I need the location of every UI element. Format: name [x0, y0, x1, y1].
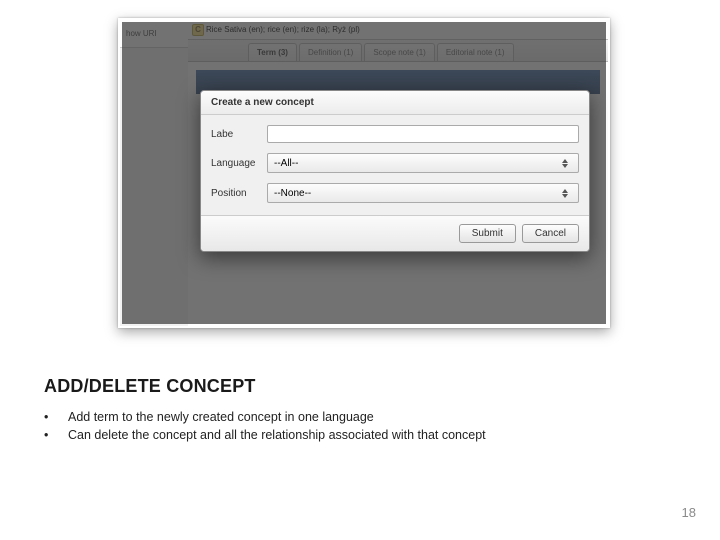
bullet-marker: • [44, 410, 68, 424]
list-item: • Add term to the newly created concept … [44, 410, 486, 424]
page-number: 18 [682, 505, 696, 520]
label-input[interactable] [267, 125, 579, 143]
screenshot-frame: how URI C Rice Sativa (en); rice (en); r… [118, 18, 610, 328]
bullet-marker: • [44, 428, 68, 442]
label-label: Labe [211, 129, 267, 140]
bullet-text: Can delete the concept and all the relat… [68, 428, 486, 442]
dialog-body: Labe Language --All-- Position --None-- [201, 115, 589, 215]
chevron-updown-icon [558, 189, 572, 198]
chevron-updown-icon [558, 159, 572, 168]
slide-heading: ADD/DELETE CONCEPT [44, 376, 256, 397]
bullet-list: • Add term to the newly created concept … [44, 410, 486, 446]
bullet-text: Add term to the newly created concept in… [68, 410, 374, 424]
position-label: Position [211, 188, 267, 199]
dialog-title: Create a new concept [201, 91, 589, 115]
cancel-button[interactable]: Cancel [522, 224, 579, 243]
list-item: • Can delete the concept and all the rel… [44, 428, 486, 442]
language-select[interactable]: --All-- [267, 153, 579, 173]
position-select[interactable]: --None-- [267, 183, 579, 203]
language-label: Language [211, 158, 267, 169]
language-value: --All-- [274, 158, 298, 169]
create-concept-dialog: Create a new concept Labe Language --All… [200, 90, 590, 252]
form-row-language: Language --All-- [211, 153, 579, 173]
form-row-position: Position --None-- [211, 183, 579, 203]
dialog-footer: Submit Cancel [201, 215, 589, 251]
form-row-label: Labe [211, 125, 579, 143]
position-value: --None-- [274, 188, 311, 199]
submit-button[interactable]: Submit [459, 224, 516, 243]
app-background: how URI C Rice Sativa (en); rice (en); r… [120, 20, 608, 326]
